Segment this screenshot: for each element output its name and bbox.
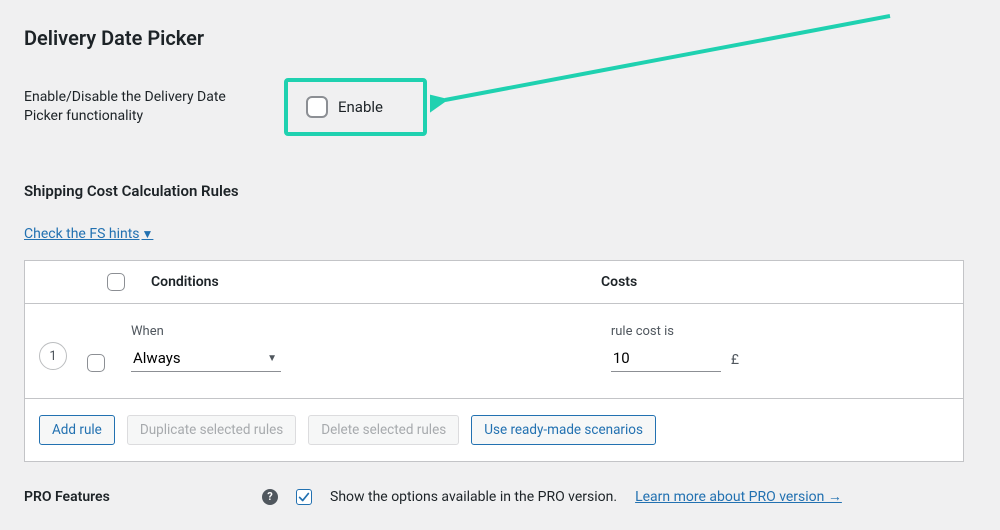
duplicate-rules-button[interactable]: Duplicate selected rules	[127, 415, 296, 445]
rules-table: Conditions Costs 1 When ▼ rule cost is £	[24, 260, 964, 462]
select-all-checkbox[interactable]	[107, 273, 125, 291]
rules-table-footer: Add rule Duplicate selected rules Delete…	[25, 399, 963, 461]
enable-highlight-box: Enable	[284, 78, 427, 136]
check-icon	[297, 490, 311, 504]
condition-field: When ▼	[131, 324, 281, 372]
enable-row: Enable/Disable the Delivery Date Picker …	[24, 78, 976, 136]
enable-checkbox[interactable]	[306, 96, 328, 118]
pro-toggle-checkbox[interactable]	[296, 489, 312, 505]
condition-select[interactable]: ▼	[131, 345, 281, 372]
table-row: 1 When ▼ rule cost is £	[25, 304, 963, 399]
when-label: When	[131, 324, 281, 339]
column-conditions: Conditions	[151, 274, 581, 290]
hints-link[interactable]: Check the FS hints ▼	[24, 226, 153, 242]
page-title: Delivery Date Picker	[24, 26, 976, 50]
help-icon[interactable]: ?	[262, 489, 278, 505]
enable-label: Enable/Disable the Delivery Date Picker …	[24, 88, 244, 126]
hints-link-text: Check the FS hints	[24, 226, 140, 242]
cost-field: rule cost is £	[611, 324, 739, 372]
pro-toggle-label: Show the options available in the PRO ve…	[330, 489, 617, 505]
currency-label: £	[731, 352, 739, 368]
column-costs: Costs	[601, 274, 637, 290]
enable-checkbox-label: Enable	[338, 98, 383, 116]
rules-table-head: Conditions Costs	[25, 261, 963, 304]
pro-features-row: PRO Features ? Show the options availabl…	[24, 488, 976, 505]
row-select-checkbox[interactable]	[87, 354, 105, 372]
cost-input[interactable]	[611, 345, 721, 372]
rules-section-title: Shipping Cost Calculation Rules	[24, 182, 976, 200]
pro-learn-more-link[interactable]: Learn more about PRO version →	[635, 488, 842, 505]
scenarios-button[interactable]: Use ready-made scenarios	[471, 415, 656, 445]
pro-features-label: PRO Features	[24, 489, 244, 505]
cost-label: rule cost is	[611, 324, 721, 339]
condition-select-input[interactable]	[131, 345, 281, 372]
delete-rules-button[interactable]: Delete selected rules	[308, 415, 459, 445]
triangle-down-icon: ▼	[142, 227, 154, 241]
add-rule-button[interactable]: Add rule	[39, 415, 115, 445]
row-number: 1	[39, 342, 67, 370]
